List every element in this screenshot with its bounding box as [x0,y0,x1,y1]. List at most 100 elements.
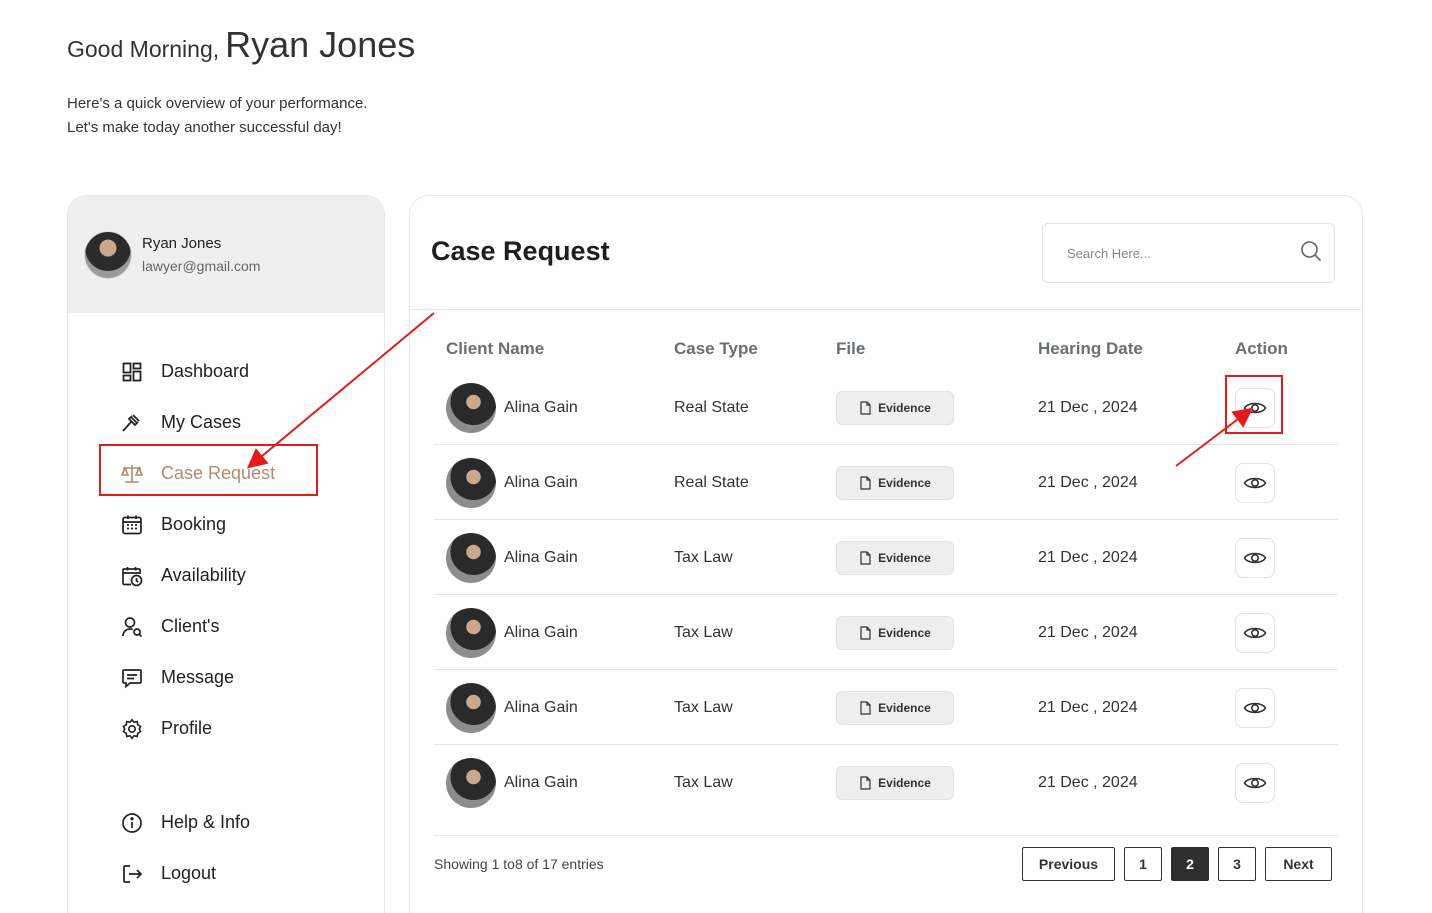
profile-email: lawyer@gmail.com [142,258,261,274]
sidebar-item-dashboard[interactable]: Dashboard [120,346,275,397]
hearing-date: 21 Dec , 2024 [1038,773,1138,791]
evidence-file-button[interactable]: Evidence [836,615,954,650]
dashboard-icon [120,360,144,384]
client-avatar [446,607,496,658]
sidebar-profile[interactable]: Ryan Jones lawyer@gmail.com [68,196,384,313]
page-title: Case Request [431,236,610,266]
search-input[interactable] [1067,245,1300,261]
page-1-button[interactable]: 1 [1124,847,1162,881]
hearing-date: 21 Dec , 2024 [1038,698,1138,716]
hearing-date: 21 Dec , 2024 [1038,398,1138,416]
calendar-icon [120,513,144,537]
column-header-hearing-date: Hearing Date [1038,339,1143,358]
eye-icon [1243,477,1267,488]
table-row: Alina Gain Tax Law Evidence 21 Dec , 202… [434,595,1338,670]
case-type: Tax Law [674,698,733,716]
client-name: Alina Gain [504,548,578,566]
sidebar-item-profile[interactable]: Profile [120,703,275,754]
file-icon [860,625,871,640]
gear-icon [120,717,144,741]
hearing-date: 21 Dec , 2024 [1038,473,1138,491]
sidebar-item-label: Profile [161,718,213,738]
search-box[interactable] [1042,223,1335,283]
profile-name: Ryan Jones [142,235,222,252]
case-type: Real State [674,398,749,416]
greeting-text: Good Morning, [67,36,220,62]
divider [434,835,1338,836]
file-label: Evidence [878,775,931,790]
sidebar-item-label: Help & Info [161,812,251,832]
sidebar-item-booking[interactable]: Booking [120,499,275,550]
previous-page-button[interactable]: Previous [1022,847,1115,881]
table-row: Alina Gain Real State Evidence 21 Dec , … [434,370,1338,445]
case-type: Tax Law [674,773,733,791]
sidebar-bottom-nav: Help & Info Logout [120,797,250,899]
sidebar-item-label: Dashboard [161,361,250,381]
column-header-file: File [836,339,866,358]
sidebar-item-label: Message [161,667,235,687]
user-search-icon [120,615,144,639]
sidebar-item-message[interactable]: Message [120,652,275,703]
subtitle-line-1: Here's a quick overview of your performa… [67,95,368,112]
file-icon [860,700,871,715]
page-2-button[interactable]: 2 [1171,847,1209,881]
divider [410,309,1362,310]
sidebar-item-label: Logout [161,863,217,883]
table-row: Alina Gain Real State Evidence 21 Dec , … [434,445,1338,520]
evidence-file-button[interactable]: Evidence [836,540,954,575]
pagination: Previous 1 2 3 Next [1022,847,1332,881]
avatar [84,230,132,279]
column-header-client-name: Client Name [446,339,545,358]
greeting: Good Morning, Ryan Jones [67,24,415,66]
page-3-button[interactable]: 3 [1218,847,1256,881]
client-name: Alina Gain [504,698,578,716]
client-name: Alina Gain [504,623,578,641]
column-header-action: Action [1235,339,1288,358]
sidebar: Ryan Jones lawyer@gmail.com Dashboard My… [67,195,385,913]
file-label: Evidence [878,550,931,565]
table-header: Client Name Case Type File Hearing Date … [446,339,1346,363]
view-button[interactable] [1235,687,1275,728]
next-page-button[interactable]: Next [1265,847,1332,881]
file-label: Evidence [878,625,931,640]
client-name: Alina Gain [504,473,578,491]
client-avatar [446,382,496,433]
hearing-date: 21 Dec , 2024 [1038,548,1138,566]
client-avatar [446,457,496,508]
greeting-subtitle: Here's a quick overview of your performa… [67,92,368,140]
sidebar-item-my-cases[interactable]: My Cases [120,397,275,448]
client-name: Alina Gain [504,398,578,416]
case-type: Real State [674,473,749,491]
case-type: Tax Law [674,548,733,566]
calendar-clock-icon [120,564,144,588]
sidebar-item-clients[interactable]: Client's [120,601,275,652]
info-icon [120,811,144,835]
evidence-file-button[interactable]: Evidence [836,390,954,425]
view-button[interactable] [1235,612,1275,653]
search-icon[interactable] [1300,240,1322,267]
table-row: Alina Gain Tax Law Evidence 21 Dec , 202… [434,745,1338,820]
view-button[interactable] [1235,762,1275,803]
hearing-date: 21 Dec , 2024 [1038,623,1138,641]
sidebar-item-availability[interactable]: Availability [120,550,275,601]
file-icon [860,550,871,565]
evidence-file-button[interactable]: Evidence [836,765,954,800]
file-label: Evidence [878,400,931,415]
case-request-card: Case Request Client Name Case Type File … [409,195,1363,913]
sidebar-item-help-info[interactable]: Help & Info [120,797,250,848]
pagination-info: Showing 1 to8 of 17 entries [434,856,604,872]
evidence-file-button[interactable]: Evidence [836,690,954,725]
subtitle-line-2: Let's make today another successful day! [67,119,342,136]
logout-icon [120,862,144,886]
view-button[interactable] [1235,462,1275,503]
sidebar-item-label: Availability [161,565,246,585]
view-button[interactable] [1235,537,1275,578]
evidence-file-button[interactable]: Evidence [836,465,954,500]
file-label: Evidence [878,700,931,715]
file-icon [860,775,871,790]
client-avatar [446,532,496,583]
table-row: Alina Gain Tax Law Evidence 21 Dec , 202… [434,670,1338,745]
annotation-highlight-case-request [99,444,318,496]
eye-icon [1243,702,1267,713]
sidebar-item-logout[interactable]: Logout [120,848,250,899]
